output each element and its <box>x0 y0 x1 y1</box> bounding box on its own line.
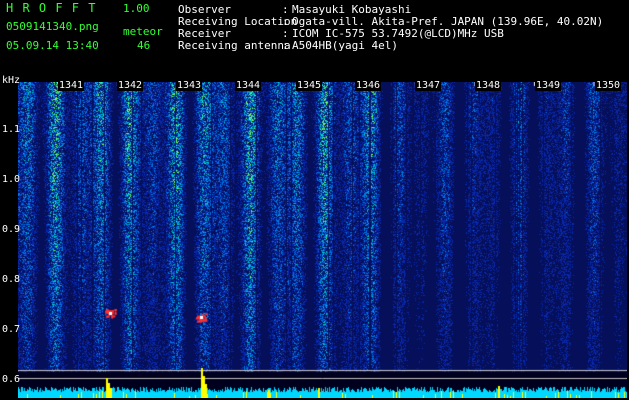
meteor-count: 46 <box>137 39 151 52</box>
y-tick-label: 0.9 <box>2 224 21 235</box>
spectrogram <box>18 82 627 398</box>
spectrogram-canvas <box>18 82 627 398</box>
x-tick-label: 1345 <box>296 80 323 91</box>
app-version: 1.00 <box>123 2 150 15</box>
x-tick-label: 1348 <box>475 80 502 91</box>
info-value-antenna: A504HB(yagi 4el) <box>292 39 398 52</box>
y-tick-label: 1.1 <box>2 124 21 135</box>
meteor-label: meteor <box>123 25 163 38</box>
info-sep: : <box>282 39 289 52</box>
x-tick-label: 1349 <box>535 80 562 91</box>
y-tick-label: 0.6 <box>2 374 21 385</box>
app-name: H R O F F T <box>6 1 97 15</box>
x-tick-label: 1347 <box>415 80 442 91</box>
y-tick-label: 0.8 <box>2 274 21 285</box>
info-key-antenna: Receiving antenna <box>178 39 291 52</box>
hrofft-window: H R O F F T 1.00 0509141340.png 05.09.14… <box>0 0 629 400</box>
file-name: 0509141340.png <box>6 20 99 33</box>
x-tick-label: 1350 <box>595 80 622 91</box>
capture-datetime: 05.09.14 13:40 <box>6 39 99 52</box>
x-tick-label: 1342 <box>117 80 144 91</box>
x-tick-label: 1343 <box>176 80 203 91</box>
y-tick-label: 0.7 <box>2 324 21 335</box>
x-tick-label: 1341 <box>58 80 85 91</box>
x-tick-label: 1346 <box>355 80 382 91</box>
y-axis-unit: kHz <box>2 75 21 86</box>
x-tick-label: 1344 <box>235 80 262 91</box>
y-tick-label: 1.0 <box>2 174 21 185</box>
